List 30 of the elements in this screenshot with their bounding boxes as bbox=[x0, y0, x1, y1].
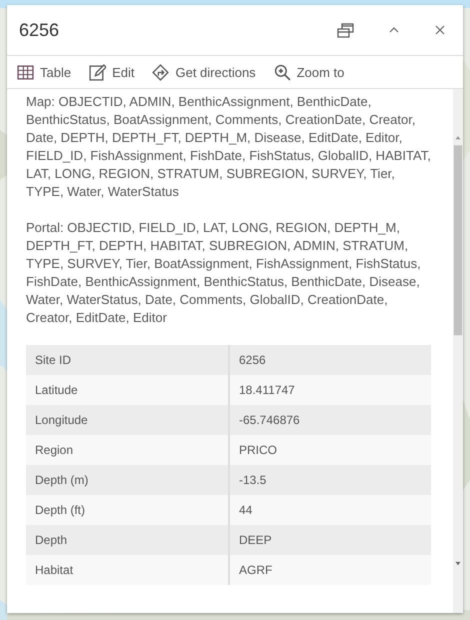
field-label: Depth (m) bbox=[26, 465, 229, 495]
close-icon bbox=[433, 23, 447, 37]
field-label: Depth bbox=[26, 525, 229, 555]
toolbar-button[interactable]: Table bbox=[15, 62, 74, 82]
field-value: 44 bbox=[229, 495, 431, 525]
table-icon bbox=[17, 64, 34, 80]
popup-title: 6256 bbox=[19, 20, 60, 40]
field-label: Longitude bbox=[26, 405, 229, 435]
toolbar-button[interactable]: Edit bbox=[87, 62, 136, 82]
field-value: PRICO bbox=[229, 435, 431, 465]
field-value: AGRF bbox=[229, 555, 431, 585]
field-label: Site ID bbox=[26, 345, 229, 375]
zoom-icon bbox=[274, 64, 291, 80]
field-value: 18.411747 bbox=[229, 375, 431, 405]
field-label: Region bbox=[26, 435, 229, 465]
dock-icon bbox=[337, 21, 355, 39]
scrollbar[interactable] bbox=[453, 89, 463, 613]
field-value: DEEP bbox=[229, 525, 431, 555]
field-list-text: Map: OBJECTID, ADMIN, BenthicAssignment, BenthicDate, BenthicStatus, BoatAssignment, Comments, CreationDate, Creator, Date, DEPTH, DEPTH_FT, DEPTH_M, Disease, EditDate, Editor, FIELD_ID, FishAssignment, FishDate, FishStatus, GlobalID, HABITAT, LAT, LONG, REGION, STRATUM, SUBREGION, SURVEY, Tier, TYPE, Water, WaterStatus bbox=[26, 93, 431, 201]
field-value: -13.5 bbox=[229, 465, 431, 495]
field-label: Habitat bbox=[26, 555, 229, 585]
field-label: Latitude bbox=[26, 375, 229, 405]
toolbar-button[interactable]: Zoom to bbox=[272, 62, 346, 82]
field-list-text: Portal: OBJECTID, FIELD_ID, LAT, LONG, REGION, DEPTH_M, DEPTH_FT, DEPTH, HABITAT, SUBREGION, ADMIN, STRATUM, TYPE, SURVEY, Tier, BoatAssignment, FishAssignment, FishStatus, FishDate, BenthicAssignment, BenthicStatus, BenthicDate, Disease, Water, WaterStatus, Date, Comments, GlobalID, CreationDate, Creator, EditDate, Editor bbox=[26, 219, 422, 327]
field-value: -65.746876 bbox=[229, 405, 431, 435]
pencil-icon bbox=[89, 64, 106, 80]
directions-icon bbox=[152, 64, 170, 80]
field-label: Depth (ft) bbox=[26, 495, 229, 525]
toolbar-button[interactable]: Get directions bbox=[150, 62, 258, 82]
field-value: 6256 bbox=[229, 345, 431, 375]
